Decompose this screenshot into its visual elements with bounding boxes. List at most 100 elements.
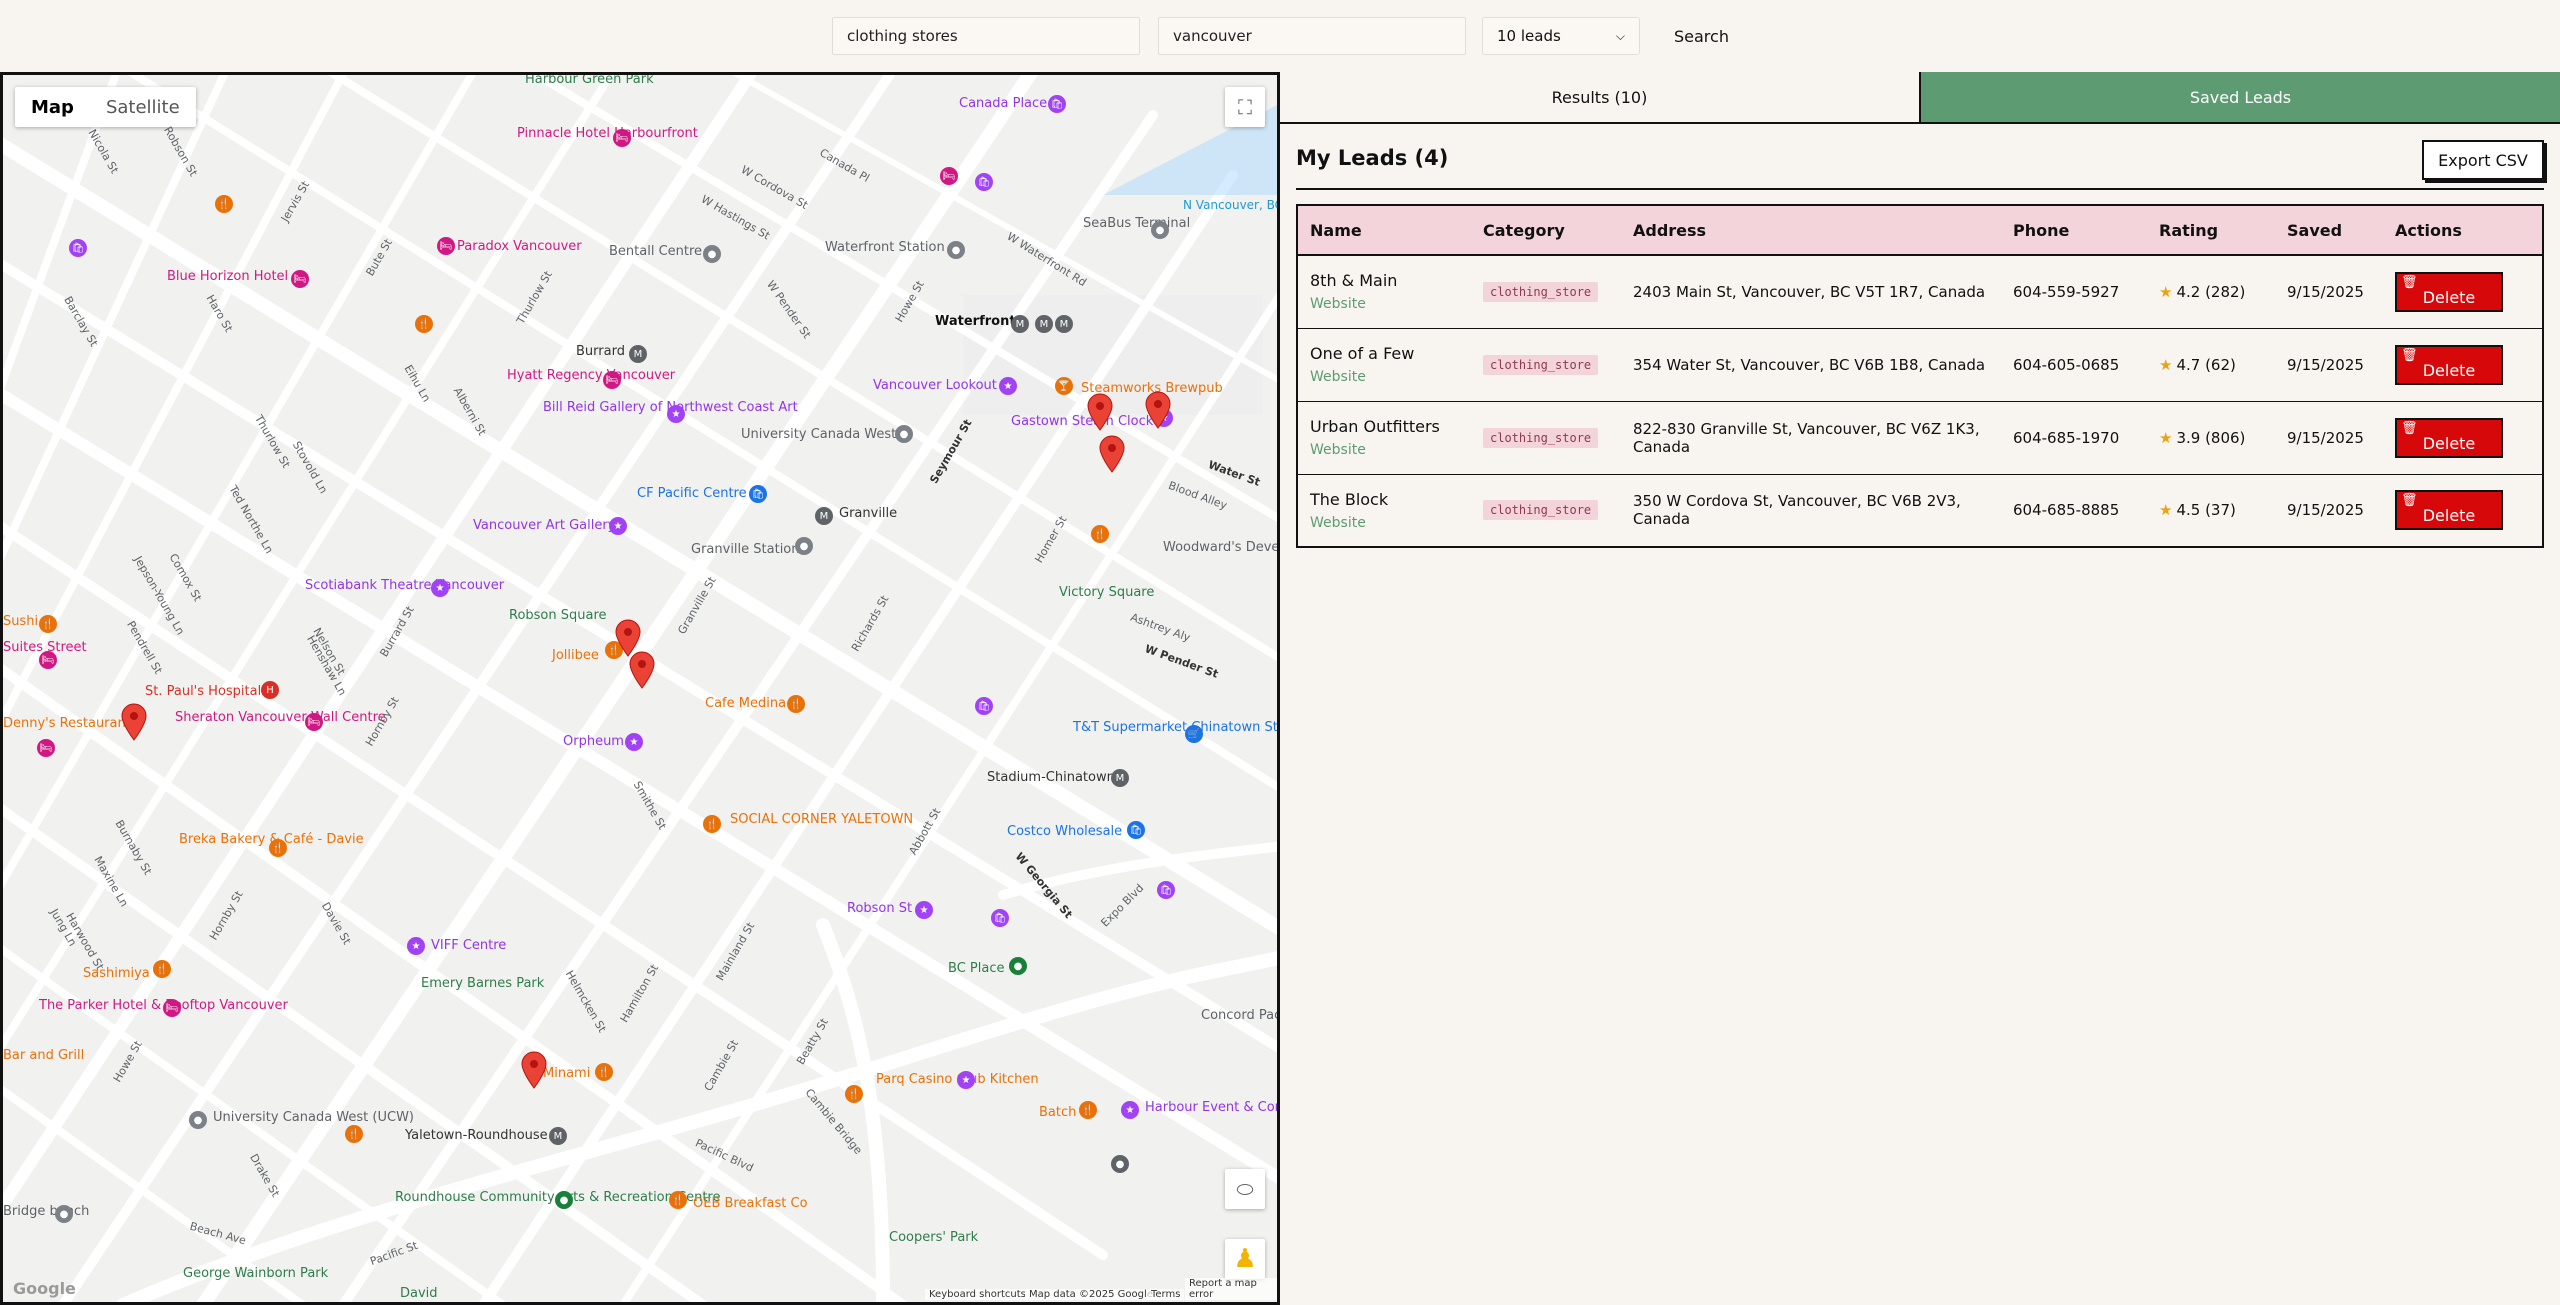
shopping-icon[interactable]: 🛍 — [1048, 95, 1066, 113]
parking-icon[interactable]: ● — [1111, 1155, 1129, 1173]
subway-icon[interactable]: M — [549, 1127, 567, 1145]
shopping-icon[interactable]: 🛒 — [1185, 725, 1203, 743]
stadium-icon[interactable]: ★ — [915, 901, 933, 919]
lead-pin-icon[interactable] — [121, 703, 147, 741]
place-label[interactable]: CF Pacific Centre — [637, 486, 747, 502]
lead-limit-select[interactable]: 10 leads ⌵ — [1482, 17, 1640, 55]
lead-pin-icon[interactable] — [1099, 435, 1125, 473]
place-label[interactable]: Woodward's Development — [1163, 540, 1277, 556]
theatre-icon[interactable]: ★ — [407, 937, 425, 955]
restaurant-icon[interactable]: 🍴 — [595, 1063, 613, 1081]
place-label[interactable]: N Vancouver, BC — [1183, 198, 1277, 213]
place-label[interactable]: Blue Horizon Hotel — [167, 269, 288, 285]
camera-control-icon[interactable]: ⬭ — [1225, 1169, 1265, 1209]
stadium-icon[interactable]: ● — [1009, 957, 1027, 975]
shopping-icon[interactable]: 🛍 — [749, 485, 767, 503]
landmark-icon[interactable]: ● — [55, 1205, 73, 1223]
lead-pin-icon[interactable] — [521, 1051, 547, 1089]
place-label[interactable]: Bridge bench — [3, 1204, 89, 1220]
location-input[interactable] — [1158, 17, 1466, 55]
bar-icon[interactable]: 🍸 — [1055, 377, 1073, 395]
place-label[interactable]: Harbour Green Park — [525, 75, 654, 88]
place-label[interactable]: Burrard — [576, 344, 625, 360]
subway-icon[interactable]: M — [815, 507, 833, 525]
place-label[interactable]: Batch — [1039, 1105, 1076, 1121]
place-label[interactable]: Sheraton Vancouver Wall Centre — [175, 710, 386, 726]
restaurant-icon[interactable]: 🍴 — [669, 1191, 687, 1209]
place-label[interactable]: Waterfront — [935, 314, 1016, 330]
transit-icon[interactable]: ● — [1151, 221, 1169, 239]
place-label[interactable]: Scotiabank Theatre Vancouver — [305, 578, 504, 594]
place-label[interactable]: Canada Place — [959, 96, 1047, 112]
hotel-icon[interactable]: 🛏 — [613, 129, 631, 147]
query-input[interactable] — [832, 17, 1140, 55]
landmark-icon[interactable]: ● — [895, 425, 913, 443]
place-label[interactable]: Pinnacle Hotel Harbourfront — [517, 126, 698, 142]
place-label[interactable]: Orpheum — [563, 734, 624, 750]
export-csv-button[interactable]: Export CSV — [2422, 140, 2544, 180]
place-label[interactable]: Parq Casino Club Kitchen — [876, 1072, 1039, 1088]
place-label[interactable]: OEB Breakfast Co — [693, 1196, 808, 1212]
place-label[interactable]: Bentall Centre — [609, 244, 702, 260]
landmark-icon[interactable]: ● — [703, 245, 721, 263]
place-label[interactable]: SOCIAL CORNER YALETOWN — [730, 812, 913, 828]
subway-icon[interactable]: M — [1111, 769, 1129, 787]
delete-button[interactable]: 🗑 Delete — [2395, 490, 2503, 531]
place-label[interactable]: Vancouver Lookout — [873, 378, 997, 394]
website-link[interactable]: Website — [1310, 296, 1459, 312]
community-centre-icon[interactable]: ● — [555, 1191, 573, 1209]
place-label[interactable]: Granville — [839, 506, 897, 522]
report-error-link[interactable]: Report a map error — [1185, 1278, 1277, 1300]
restaurant-icon[interactable]: 🍴 — [215, 195, 233, 213]
place-label[interactable]: Concord Pacific Vancouver — [1201, 1008, 1277, 1024]
museum-icon[interactable]: ★ — [667, 405, 685, 423]
map-view[interactable]: Map Satellite ⛶ ⬭ ♟ Harbour Green Park C… — [0, 72, 1280, 1305]
map-type-satellite[interactable]: Satellite — [90, 87, 196, 127]
restaurant-icon[interactable]: 🍴 — [39, 615, 57, 633]
tab-saved-leads[interactable]: Saved Leads — [1921, 72, 2560, 122]
place-label[interactable]: University Canada West (UCW) — [213, 1110, 414, 1126]
casino-icon[interactable]: ★ — [957, 1071, 975, 1089]
place-label[interactable]: Victory Square — [1059, 585, 1154, 601]
subway-icon[interactable]: M — [1011, 315, 1029, 333]
subway-icon[interactable]: M — [1035, 315, 1053, 333]
place-label[interactable]: Vancouver Art Gallery — [473, 518, 615, 534]
hospital-icon[interactable]: H — [261, 681, 279, 699]
place-label[interactable]: Coopers' Park — [889, 1230, 978, 1246]
place-label[interactable]: University Canada West — [741, 427, 896, 443]
place-label[interactable]: Bill Reid Gallery of Northwest Coast Art — [543, 400, 798, 416]
place-label[interactable]: Minami — [543, 1066, 590, 1082]
restaurant-icon[interactable]: 🍴 — [1091, 525, 1109, 543]
restaurant-icon[interactable]: 🍴 — [153, 960, 171, 978]
convention-icon[interactable]: ★ — [1121, 1101, 1139, 1119]
hotel-icon[interactable]: 🛏 — [39, 651, 57, 669]
place-label[interactable]: Jollibee — [552, 648, 599, 664]
place-label[interactable]: Harbour Event & Convention Centre — [1145, 1100, 1277, 1116]
school-icon[interactable]: ● — [189, 1111, 207, 1129]
place-label[interactable]: Robson St — [847, 901, 912, 917]
place-label[interactable]: BC Place — [948, 961, 1004, 977]
hotel-icon[interactable]: 🛏 — [37, 739, 55, 757]
lead-pin-icon[interactable] — [1145, 391, 1171, 429]
place-label[interactable]: Costco Wholesale — [1007, 824, 1122, 840]
place-label[interactable]: George Wainborn Park — [183, 1266, 328, 1282]
search-button[interactable]: Search — [1660, 17, 1743, 55]
shopping-icon[interactable]: 🛍 — [1157, 881, 1175, 899]
transit-icon[interactable]: ● — [947, 241, 965, 259]
delete-button[interactable]: 🗑 Delete — [2395, 344, 2503, 385]
place-label[interactable]: David — [400, 1286, 438, 1302]
place-label[interactable]: St. Paul's Hospital — [145, 684, 261, 700]
subway-icon[interactable]: M — [1055, 315, 1073, 333]
website-link[interactable]: Website — [1310, 515, 1459, 531]
terms-link[interactable]: Terms — [1147, 1289, 1185, 1300]
restaurant-icon[interactable]: 🍴 — [269, 839, 287, 857]
restaurant-icon[interactable]: 🍴 — [345, 1125, 363, 1143]
hotel-icon[interactable]: 🛏 — [163, 999, 181, 1017]
map-type-map[interactable]: Map — [15, 87, 90, 127]
theatre-icon[interactable]: ★ — [625, 733, 643, 751]
delete-button[interactable]: 🗑 Delete — [2395, 271, 2503, 312]
place-label[interactable]: Stadium-Chinatown — [987, 770, 1115, 786]
shopping-icon[interactable]: 🛍 — [1127, 821, 1145, 839]
place-label[interactable]: T&T Supermarket Chinatown Store — [1073, 720, 1277, 736]
place-label[interactable]: Emery Barnes Park — [421, 976, 544, 992]
